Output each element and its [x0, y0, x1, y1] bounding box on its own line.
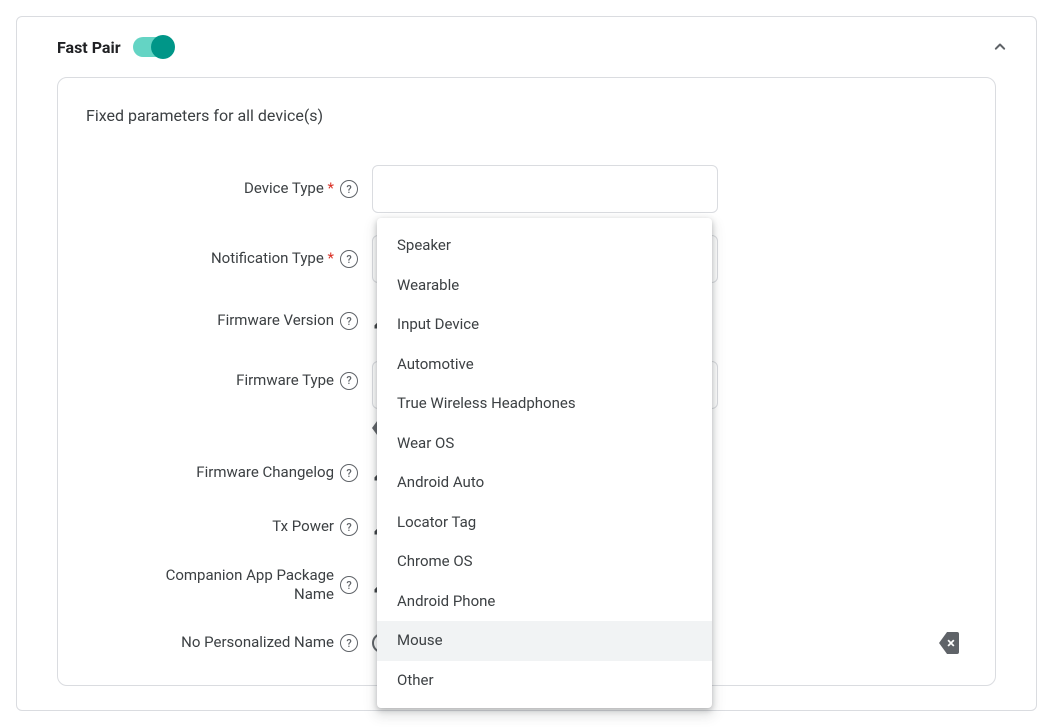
dropdown-item[interactable]: True Wireless Headphones [377, 384, 712, 424]
fast-pair-toggle[interactable] [133, 37, 173, 57]
device-type-dropdown[interactable]: SpeakerWearableInput DeviceAutomotiveTru… [377, 218, 712, 708]
panel-header: Fast Pair [17, 17, 1036, 77]
no-personalized-name-label: No Personalized Name [181, 633, 334, 653]
help-icon[interactable]: ? [340, 464, 358, 482]
dropdown-item[interactable]: Chrome OS [377, 542, 712, 582]
notification-type-label: Notification Type * [211, 249, 334, 269]
dropdown-item[interactable]: Automotive [377, 345, 712, 385]
dropdown-item[interactable]: Mouse [377, 621, 712, 661]
firmware-type-label: Firmware Type [236, 371, 334, 391]
firmware-changelog-label: Firmware Changelog [196, 463, 334, 483]
help-icon[interactable]: ? [340, 576, 358, 594]
dropdown-item[interactable]: Locator Tag [377, 503, 712, 543]
dropdown-item[interactable]: Android Phone [377, 582, 712, 622]
dropdown-item[interactable]: Wearable [377, 266, 712, 306]
row-device-type: Device Type * ? [86, 161, 967, 217]
firmware-version-label: Firmware Version [217, 311, 334, 331]
clear-no-personalized-button[interactable]: × [939, 632, 959, 654]
help-icon[interactable]: ? [340, 180, 358, 198]
help-icon[interactable]: ? [340, 372, 358, 390]
tx-power-label: Tx Power [272, 517, 334, 537]
device-type-label: Device Type * [244, 179, 334, 199]
fast-pair-panel: Fast Pair Fixed parameters for all devic… [16, 16, 1037, 711]
help-icon[interactable]: ? [340, 250, 358, 268]
help-icon[interactable]: ? [340, 634, 358, 652]
dropdown-item[interactable]: Input Device [377, 305, 712, 345]
toggle-knob [151, 35, 175, 59]
dropdown-item[interactable]: Android Auto [377, 463, 712, 503]
fixed-parameters-card: Fixed parameters for all device(s) Devic… [57, 77, 996, 686]
device-type-select[interactable] [372, 165, 718, 213]
help-icon[interactable]: ? [340, 518, 358, 536]
card-title: Fixed parameters for all device(s) [86, 106, 967, 125]
dropdown-item[interactable]: Wear OS [377, 424, 712, 464]
close-icon: × [947, 634, 955, 652]
help-icon[interactable]: ? [340, 312, 358, 330]
panel-title: Fast Pair [57, 38, 121, 57]
dropdown-item[interactable]: Other [377, 661, 712, 701]
dropdown-item[interactable]: Speaker [377, 226, 712, 266]
collapse-chevron-icon[interactable] [988, 35, 1012, 59]
companion-app-label: Companion App Package Name [134, 566, 334, 605]
